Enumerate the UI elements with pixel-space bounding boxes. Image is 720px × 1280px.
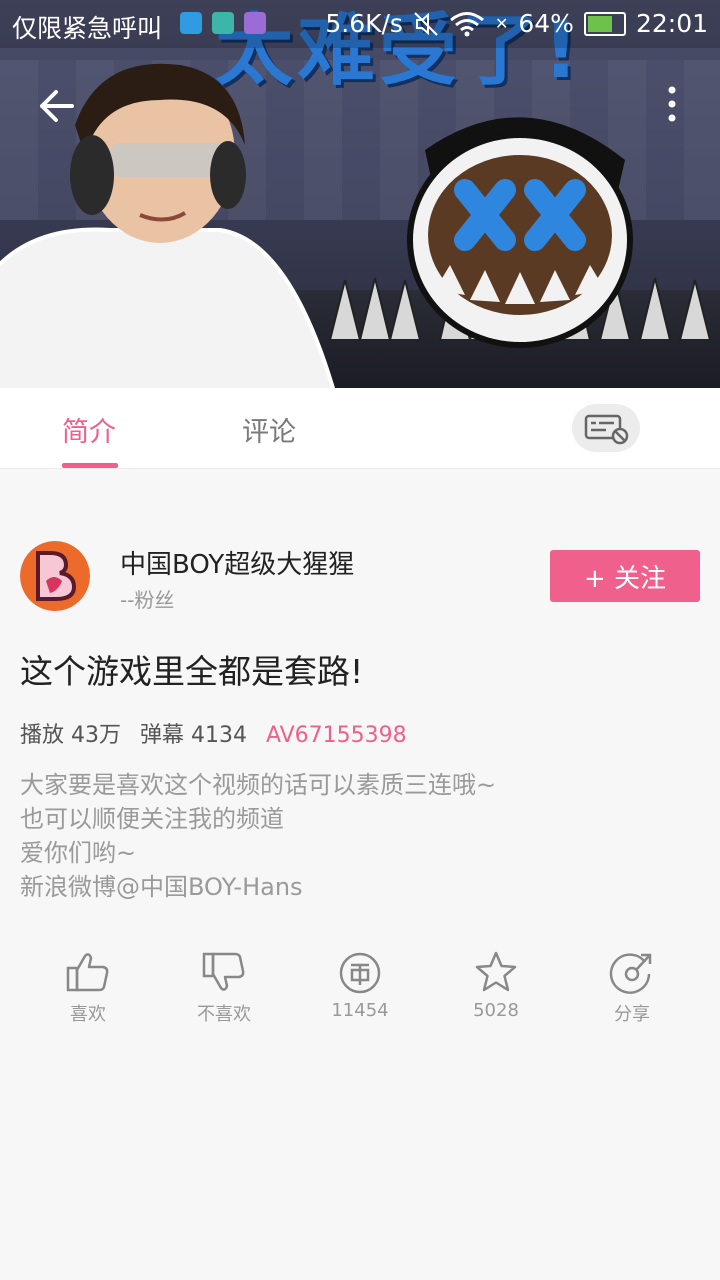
share-icon	[609, 953, 652, 994]
status-bar: 仅限紧急呼叫 5.6K/s ✕ 64% 22:01	[0, 0, 720, 48]
coin-icon	[339, 952, 381, 994]
play-count: 播放 43万	[20, 723, 121, 748]
thumb-up-icon	[66, 953, 109, 992]
dislike-button[interactable]: 不喜欢	[156, 950, 292, 1026]
dislike-label: 不喜欢	[197, 1004, 251, 1025]
follow-button[interactable]: + 关注	[550, 550, 700, 602]
action-row: 喜欢 不喜欢 11454 5028 分享	[20, 950, 700, 1030]
back-arrow-icon[interactable]	[36, 86, 76, 126]
avatar-logo-icon	[20, 541, 90, 611]
danmaku-off-icon	[584, 414, 629, 445]
tab-intro[interactable]: 简介	[62, 410, 116, 449]
mute-icon	[414, 11, 438, 36]
carrier-text: 仅限紧急呼叫	[12, 14, 163, 43]
active-tab-indicator	[62, 463, 118, 468]
uploader-avatar[interactable]	[20, 541, 90, 611]
video-monster	[407, 117, 633, 348]
tab-comments[interactable]: 评论	[242, 410, 296, 449]
clock: 22:01	[635, 9, 708, 38]
danmaku-count: 弹幕 4134	[140, 723, 247, 748]
coin-count: 11454	[331, 1000, 389, 1021]
like-label: 喜欢	[70, 1004, 106, 1025]
share-label: 分享	[614, 1004, 650, 1025]
signal-icon: ✕	[494, 14, 509, 33]
video-player[interactable]: 太难受了! 仅限紧急呼叫 5.6K/s ✕ 64% 22:01	[0, 0, 720, 388]
battery-icon	[583, 11, 626, 36]
android-icon	[212, 12, 234, 34]
more-options-icon[interactable]	[660, 84, 684, 124]
favorite-count: 5028	[473, 1000, 519, 1021]
like-button[interactable]: 喜欢	[20, 950, 156, 1026]
danmaku-toggle-button[interactable]	[572, 404, 640, 452]
uploader-fans-count: --粉丝	[120, 588, 175, 612]
share-button[interactable]: 分享	[564, 950, 700, 1026]
description-line[interactable]: 新浪微博@中国BOY-Hans	[20, 870, 496, 904]
notification-icon	[180, 12, 202, 34]
description-line: 大家要是喜欢这个视频的话可以素质三连哦~	[20, 771, 497, 799]
wifi-icon	[450, 11, 484, 36]
av-number[interactable]: AV67155398	[266, 723, 407, 748]
star-icon	[475, 951, 517, 992]
coin-button[interactable]: 11454	[292, 950, 428, 1021]
net-speed: 5.6K/s	[325, 9, 403, 38]
thumb-down-icon	[202, 952, 245, 991]
description-line: 爱你们哟~	[20, 839, 137, 867]
video-description: 大家要是喜欢这个视频的话可以素质三连哦~ 也可以顺便关注我的频道 爱你们哟~ 新…	[20, 768, 496, 904]
gallery-icon	[244, 12, 266, 34]
video-title: 这个游戏里全都是套路!	[20, 652, 364, 691]
battery-percent: 64%	[518, 9, 574, 38]
video-stats: 播放 43万 弹幕 4134 AV67155398	[20, 717, 419, 749]
description-line: 也可以顺便关注我的频道	[20, 805, 284, 833]
favorite-button[interactable]: 5028	[428, 950, 564, 1021]
uploader-name[interactable]: 中国BOY超级大猩猩	[120, 544, 354, 581]
